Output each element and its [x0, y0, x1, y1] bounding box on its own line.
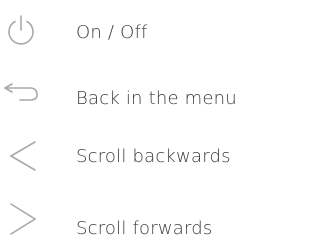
legend-item-scroll-forwards: Scroll forwards: [0, 198, 269, 248]
back-arrow-icon: [0, 77, 48, 127]
legend-item-back: Back in the menu: [0, 77, 269, 127]
legend-label-power: On / Off: [76, 22, 148, 43]
legend-label-scroll-forwards: Scroll forwards: [76, 218, 213, 239]
legend-label-back: Back in the menu: [76, 88, 237, 109]
legend-label-scroll-backwards: Scroll backwards: [76, 146, 231, 167]
chevron-right-icon: [0, 198, 48, 248]
power-icon: [0, 12, 48, 62]
chevron-left-icon: [0, 140, 48, 190]
legend-item-scroll-backwards: Scroll backwards: [0, 140, 269, 190]
legend-item-power: On / Off: [0, 12, 269, 62]
